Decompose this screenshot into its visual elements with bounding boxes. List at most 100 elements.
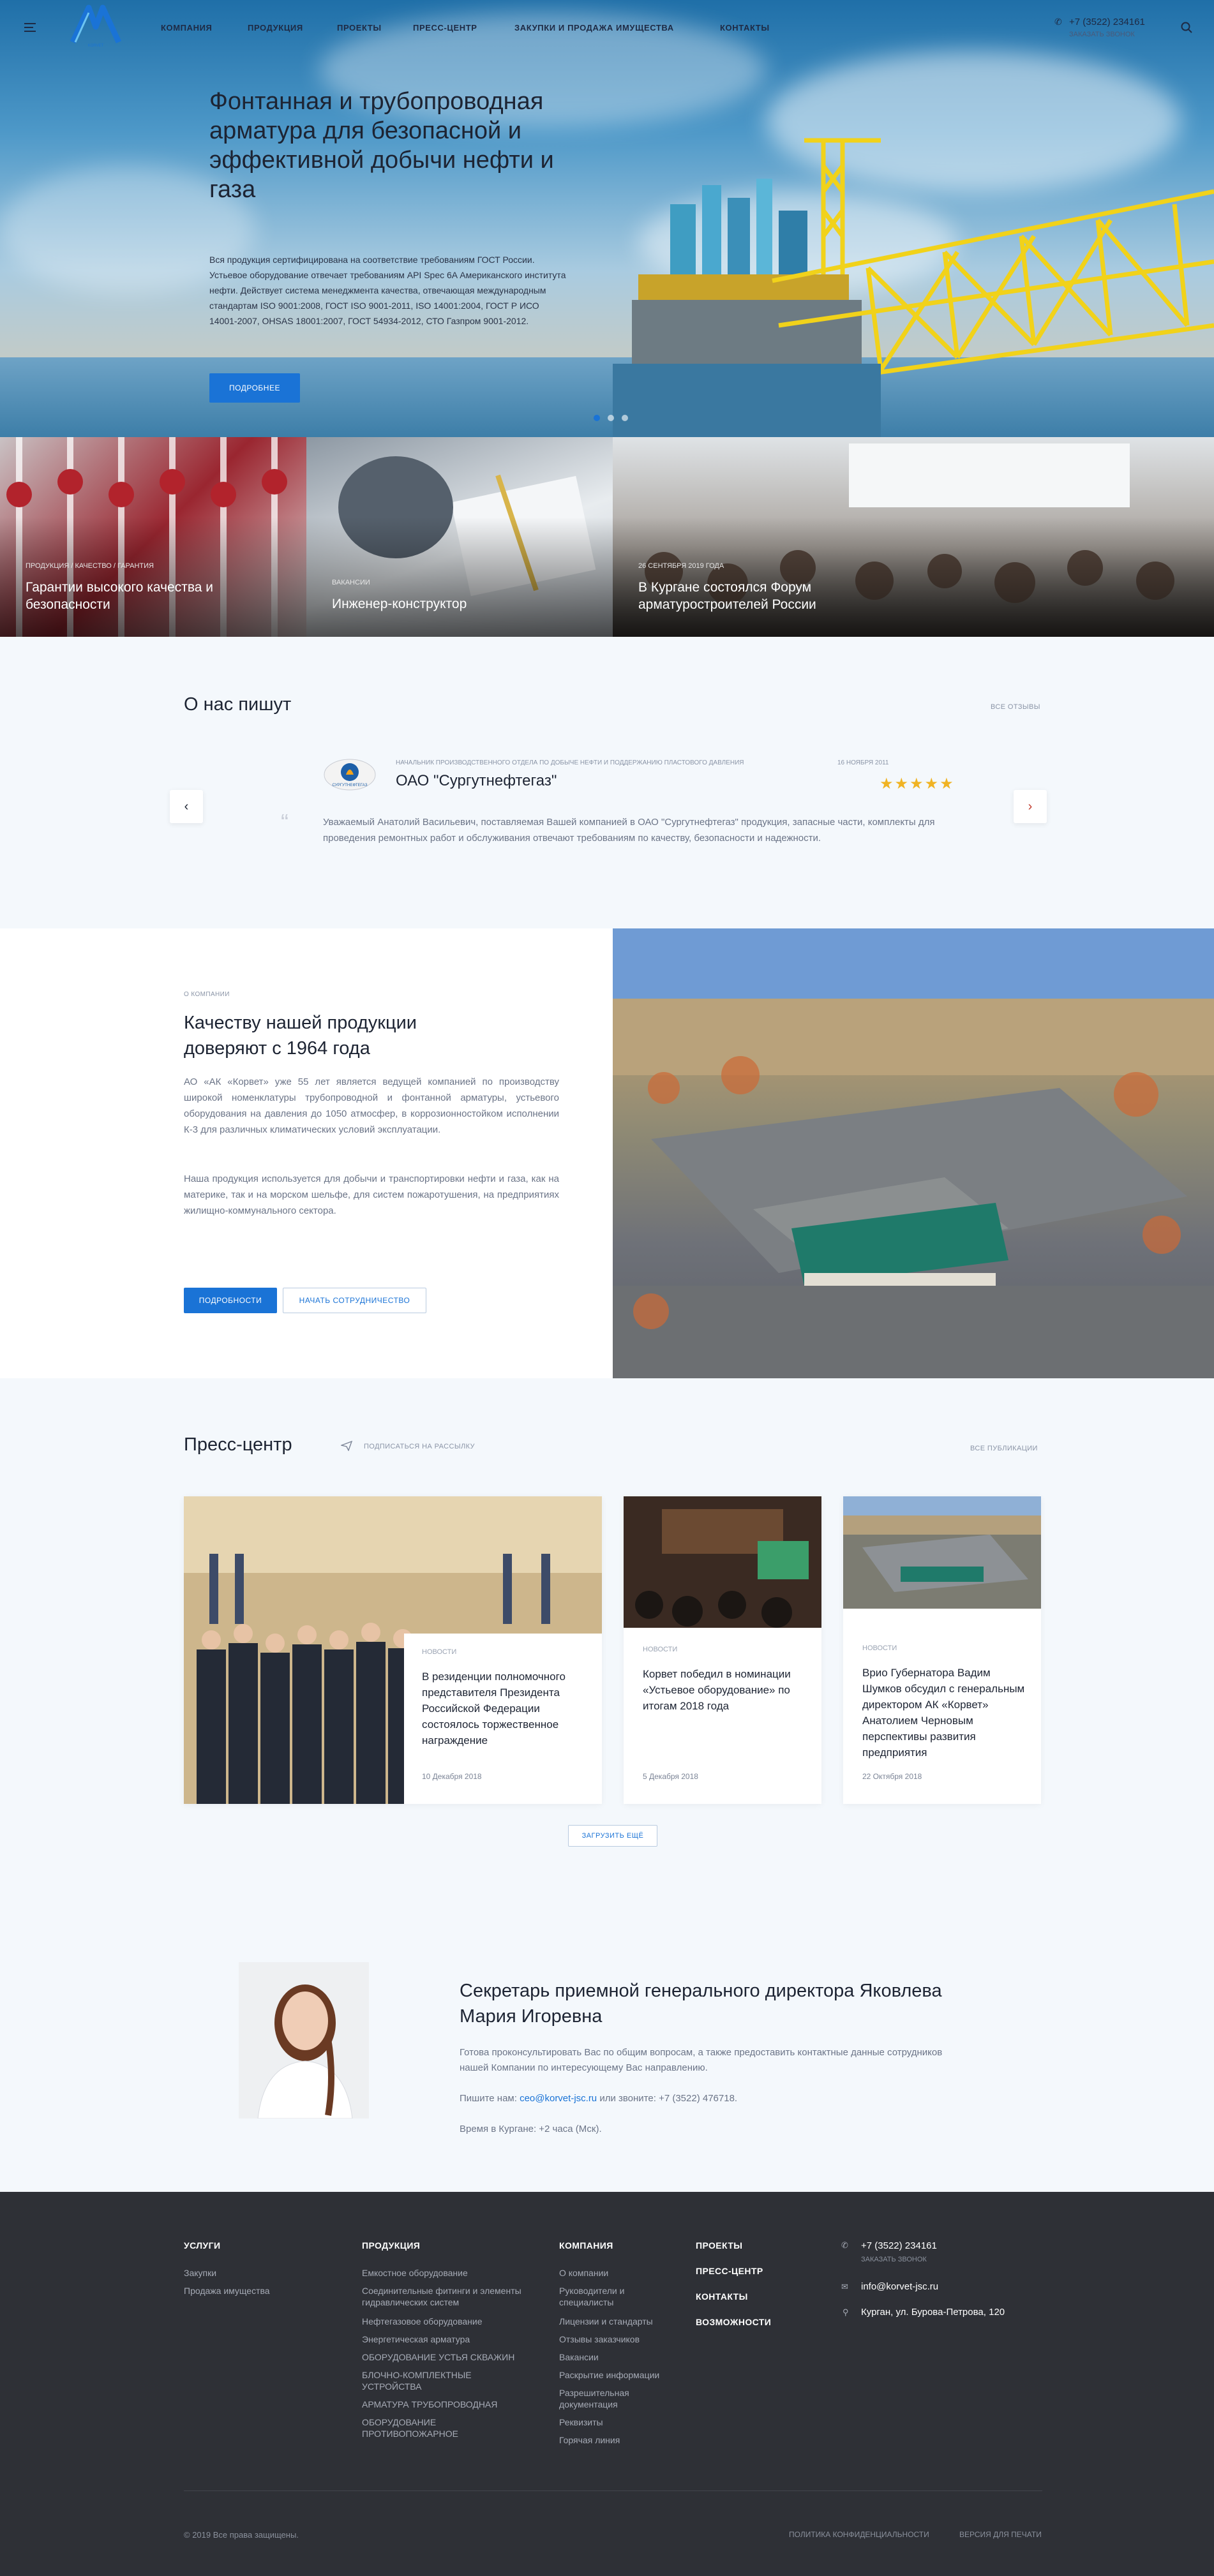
all-reviews-link[interactable]: Все отзывы <box>991 703 1040 711</box>
about-details-button[interactable]: Подробности <box>184 1288 277 1313</box>
factory-aerial-image <box>613 928 1214 1378</box>
location-pin-icon: ⚲ <box>843 2307 849 2317</box>
tile-title: Инженер-конструктор <box>332 597 467 611</box>
mail-icon: ✉ <box>841 2282 848 2291</box>
write-label: Пишите нам: <box>460 2093 517 2104</box>
person-title: Секретарь приемной генерального директор… <box>460 1981 942 2027</box>
reviews-next-button[interactable]: › <box>1014 790 1047 823</box>
company-logo[interactable]: KORVET <box>66 3 125 47</box>
footer-link[interactable]: О компании <box>559 2267 608 2279</box>
tile-category: Продукция / Качество / Гарантия <box>26 562 154 570</box>
footer-services-title[interactable]: Услуги <box>184 2240 220 2251</box>
footer-company-title[interactable]: Компания <box>559 2240 613 2251</box>
slider-dot-1[interactable] <box>594 415 600 421</box>
tile-forum[interactable]: 26 сентября 2019 года В Кургане состоялс… <box>613 437 1214 637</box>
news-category: Новости <box>862 1644 897 1652</box>
search-icon[interactable] <box>1181 22 1192 33</box>
tile-vacancy[interactable]: Вакансии Инженер-конструктор <box>306 437 613 637</box>
footer-link[interactable]: Разрешительная документация <box>559 2387 668 2410</box>
footer-products-title[interactable]: Продукция <box>362 2240 420 2251</box>
footer-link[interactable]: БЛОЧНО-КОМПЛЕКТНЫЕ УСТРОЙСТВА <box>362 2369 490 2392</box>
print-version-link[interactable]: Версия для печати <box>959 2530 1042 2539</box>
hero-description: Вся продукция сертифицирована на соответ… <box>209 255 566 326</box>
footer-link[interactable]: Реквизиты <box>559 2416 603 2428</box>
nav-procurement[interactable]: Закупки и продажа имущества <box>514 23 674 33</box>
footer-link[interactable]: Раскрытие информации <box>559 2369 659 2381</box>
nav-products[interactable]: Продукция <box>248 23 303 33</box>
offshore-rig-image <box>613 138 1214 437</box>
review-text: Уважаемый Анатолий Васильевич, поставляе… <box>323 817 935 844</box>
privacy-policy-link[interactable]: Политика конфиденциальности <box>789 2530 929 2539</box>
footer-link[interactable]: Вакансии <box>559 2351 599 2363</box>
call-label: или звоните: +7 (3522) 476718. <box>599 2093 738 2104</box>
menu-icon[interactable] <box>24 23 36 32</box>
start-cooperation-button[interactable]: Начать сотрудничество <box>283 1288 426 1313</box>
slider-dot-3[interactable] <box>622 415 628 421</box>
review-company: ОАО "Сургутнефтегаз" <box>396 772 557 789</box>
footer-link[interactable]: АРМАТУРА ТРУБОПРОВОДНАЯ <box>362 2399 528 2410</box>
news-title: В резиденции полномочного представителя … <box>422 1671 566 1746</box>
footer-link[interactable]: ОБОРУДОВАНИЕ ПРОТИВОПОЖАРНОЕ <box>362 2416 490 2439</box>
footer-link[interactable]: Нефтегазовое оборудование <box>362 2316 528 2327</box>
press-section: Пресс-центр Подписаться на рассылку Все … <box>0 1378 1214 1911</box>
footer-link[interactable]: Отзывы заказчиков <box>559 2334 640 2345</box>
news-card-3[interactable]: Новости Врио Губернатора Вадим Шумков об… <box>843 1496 1041 1804</box>
footer-projects-link[interactable]: Проекты <box>696 2240 742 2251</box>
load-more-button[interactable]: Загрузить ещё <box>568 1825 657 1847</box>
footer-divider <box>184 2490 1042 2491</box>
news-date: 22 Октября 2018 <box>862 1772 922 1781</box>
footer-press-link[interactable]: Пресс-центр <box>696 2266 763 2276</box>
footer-link[interactable]: Энергетическая арматура <box>362 2334 528 2345</box>
footer-contacts-link[interactable]: Контакты <box>696 2291 748 2302</box>
secretary-photo <box>239 1962 369 2118</box>
footer-link[interactable]: ОБОРУДОВАНИЕ УСТЬЯ СКВАЖИН <box>362 2351 528 2363</box>
news-date: 10 Декабря 2018 <box>422 1772 482 1781</box>
review-author-position: Начальник производственного отдела по до… <box>396 759 744 766</box>
nav-company[interactable]: Компания <box>161 23 212 33</box>
nav-contacts[interactable]: Контакты <box>720 23 770 33</box>
contact-person-section: Секретарь приемной генерального директор… <box>0 1911 1214 2192</box>
copyright: © 2019 Все права защищены. <box>184 2530 299 2540</box>
footer-email[interactable]: info@korvet-jsc.ru <box>861 2281 938 2292</box>
hero-banner: KORVET Компания Продукция Проекты Пресс-… <box>0 0 1214 437</box>
footer-phone[interactable]: +7 (3522) 234161 <box>861 2240 937 2251</box>
footer-link[interactable]: Соединительные фитинги и элементы гидрав… <box>362 2285 534 2308</box>
hero-more-button[interactable]: Подробнее <box>209 373 300 403</box>
press-title: Пресс-центр <box>184 1434 292 1455</box>
main-navigation: KORVET Компания Продукция Проекты Пресс-… <box>0 0 1214 57</box>
news-image <box>624 1496 821 1628</box>
tile-quality[interactable]: Продукция / Качество / Гарантия Гарантии… <box>0 437 306 637</box>
footer-link[interactable]: Горячая линия <box>559 2434 620 2446</box>
footer-link[interactable]: Емкостное оборудование <box>362 2267 528 2279</box>
phone-icon: ✆ <box>1054 17 1062 27</box>
footer-address: Курган, ул. Бурова-Петрова, 120 <box>861 2307 1005 2318</box>
footer-link[interactable]: Лицензии и стандарты <box>559 2316 653 2327</box>
about-paragraph-2: Наша продукция используется для добычи и… <box>184 1173 559 1216</box>
nav-projects[interactable]: Проекты <box>337 23 382 33</box>
news-card-1[interactable]: Новости В резиденции полномочного предст… <box>184 1496 602 1804</box>
tile-title: В Кургане состоялся Форум арматуростроит… <box>638 580 816 612</box>
footer-link[interactable]: Закупки <box>184 2267 216 2279</box>
footer-link[interactable]: Руководители и специалисты <box>559 2285 668 2308</box>
subscribe-link[interactable]: Подписаться на рассылку <box>364 1443 475 1450</box>
header-callback-link[interactable]: Заказать звонок <box>1069 31 1135 38</box>
news-card-2[interactable]: Новости Корвет победил в номинации «Усть… <box>624 1496 821 1804</box>
person-email-link[interactable]: ceo@korvet-jsc.ru <box>520 2093 597 2104</box>
review-rating-stars: ★★★★★ <box>880 775 955 793</box>
nav-press[interactable]: Пресс-центр <box>413 23 477 33</box>
phone-icon: ✆ <box>841 2240 848 2250</box>
footer-opportunities-link[interactable]: Возможности <box>696 2317 771 2327</box>
footer-callback-link[interactable]: Заказать звонок <box>861 2256 927 2263</box>
footer-link[interactable]: Продажа имущества <box>184 2285 270 2297</box>
news-title: Врио Губернатора Вадим Шумков обсудил с … <box>862 1667 1025 1759</box>
slider-dot-2[interactable] <box>608 415 614 421</box>
reviews-prev-button[interactable]: ‹ <box>170 790 203 823</box>
header-phone[interactable]: +7 (3522) 234161 <box>1069 17 1145 27</box>
tile-category: Вакансии <box>332 579 370 586</box>
about-category: О компании <box>184 991 230 998</box>
quote-icon: “ <box>281 809 289 835</box>
all-publications-link[interactable]: Все публикации <box>970 1445 1038 1452</box>
person-description: Готова проконсультировать Вас по общим в… <box>460 2047 943 2073</box>
news-category: Новости <box>643 1646 678 1653</box>
timezone-note: Время в Кургане: +2 часа (Мск). <box>460 2124 602 2134</box>
